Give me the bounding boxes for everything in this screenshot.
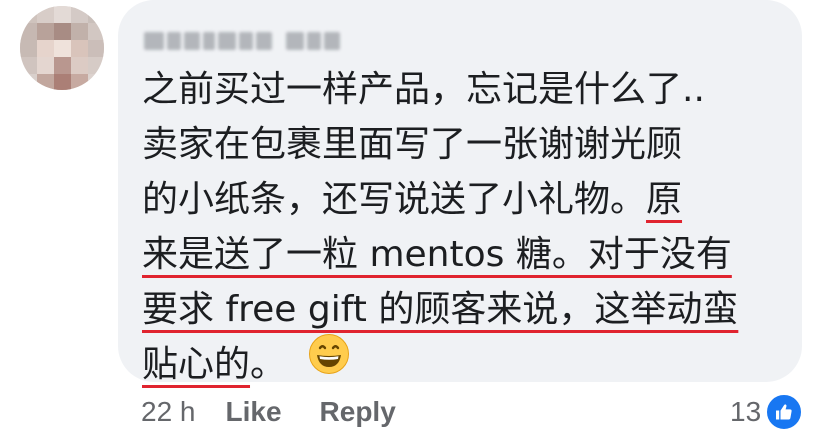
thumbs-up-icon — [765, 393, 804, 431]
comment-line: 之前买过一样产品，忘记是什么了.. — [142, 69, 705, 110]
author-name[interactable] — [144, 28, 340, 54]
underlined-line: 来是送了一粒 mentos 糖。对于没有 — [142, 234, 732, 275]
underlined-line: 要求 free gift 的顾客来说，这举动蛮 — [142, 289, 739, 330]
grinning-face-icon — [308, 333, 350, 391]
comment-line: 的小纸条，还写说送了小礼物。原 — [142, 172, 792, 227]
comment-bubble: 之前买过一样产品，忘记是什么了.. 卖家在包裹里面写了一张谢谢光顾 的小纸条，还… — [118, 0, 802, 385]
comment-actions: 22 h Like Reply — [141, 392, 434, 432]
underlined-text: 原 — [646, 179, 683, 220]
comment-line-text: 的小纸条，还写说送了小礼物。 — [142, 179, 647, 220]
like-button[interactable]: Like — [226, 396, 282, 428]
comment-screenshot: 之前买过一样产品，忘记是什么了.. 卖家在包裹里面写了一张谢谢光顾 的小纸条，还… — [0, 0, 828, 437]
timestamp[interactable]: 22 h — [141, 396, 196, 428]
comment-line: 贴心的。 — [142, 334, 792, 395]
avatar[interactable] — [20, 6, 104, 90]
reply-button[interactable]: Reply — [320, 396, 396, 428]
comment-line: 卖家在包裹里面写了一张谢谢光顾 — [142, 124, 683, 165]
comment-line-text: 。 — [250, 344, 287, 385]
reaction-summary[interactable]: 13 — [730, 392, 804, 432]
comment-body: 之前买过一样产品，忘记是什么了.. 卖家在包裹里面写了一张谢谢光顾 的小纸条，还… — [142, 62, 792, 395]
reaction-count: 13 — [730, 396, 762, 427]
underlined-text: 贴心的 — [142, 344, 251, 385]
